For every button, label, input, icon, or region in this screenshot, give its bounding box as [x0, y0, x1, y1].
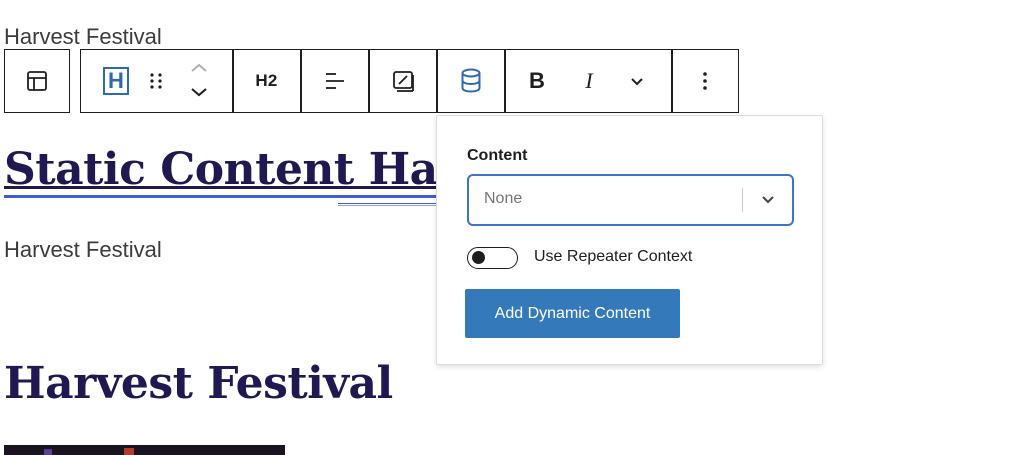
repeater-context-label: Use Repeater Context — [534, 248, 693, 265]
more-formatting-button[interactable] — [617, 50, 657, 112]
image-detail — [124, 448, 134, 455]
dynamic-data-button[interactable] — [437, 50, 504, 112]
select-separator — [742, 188, 743, 212]
static-content-heading[interactable]: Static Content Harv — [4, 140, 486, 200]
move-up-down-icon — [191, 63, 207, 97]
move-buttons[interactable] — [179, 50, 219, 112]
chevron-down-icon — [631, 78, 643, 86]
layout-icon — [27, 71, 47, 91]
image-detail — [44, 449, 52, 455]
heading-underline — [4, 195, 436, 198]
page-heading[interactable]: Harvest Festival — [4, 354, 393, 414]
block-toolbar: H H2 B I — [80, 49, 739, 113]
heading-level-button[interactable]: H2 — [233, 50, 300, 112]
drag-handle-icon — [150, 73, 162, 89]
chevron-down-icon — [762, 196, 774, 204]
bold-label: B — [529, 68, 545, 93]
block-switcher-group — [4, 49, 70, 113]
resize-button[interactable] — [369, 50, 436, 112]
resize-icon — [392, 71, 414, 92]
content-select[interactable]: None — [467, 174, 794, 226]
paragraph-text[interactable]: Harvest Festival — [4, 237, 162, 263]
dynamic-content-popover: Content None Use Repeater Context Add Dy… — [436, 115, 823, 365]
content-select-value: None — [484, 190, 523, 207]
add-dynamic-content-button[interactable]: Add Dynamic Content — [465, 289, 680, 338]
bold-button[interactable]: B — [515, 50, 559, 112]
toolbar-separator — [504, 50, 506, 112]
block-above-text: Harvest Festival — [4, 24, 162, 49]
heading-block-button[interactable]: H — [93, 50, 139, 112]
block-type-button[interactable] — [5, 50, 69, 112]
italic-button[interactable]: I — [567, 50, 611, 112]
more-vertical-icon — [703, 72, 707, 90]
drag-handle[interactable] — [141, 50, 171, 112]
heading-level-label: H2 — [255, 71, 278, 90]
heading-underline-secondary — [338, 203, 436, 206]
image-block[interactable] — [4, 445, 285, 455]
align-button[interactable] — [301, 50, 368, 112]
heading-block-icon: H — [103, 67, 129, 95]
database-icon — [461, 68, 480, 93]
options-button[interactable] — [672, 50, 738, 112]
align-text-icon — [325, 73, 344, 89]
italic-label: I — [585, 68, 593, 93]
select-dropdown-toggle[interactable] — [754, 188, 782, 212]
repeater-context-toggle[interactable] — [467, 247, 518, 269]
content-label: Content — [467, 147, 528, 164]
toggle-knob — [472, 251, 485, 264]
